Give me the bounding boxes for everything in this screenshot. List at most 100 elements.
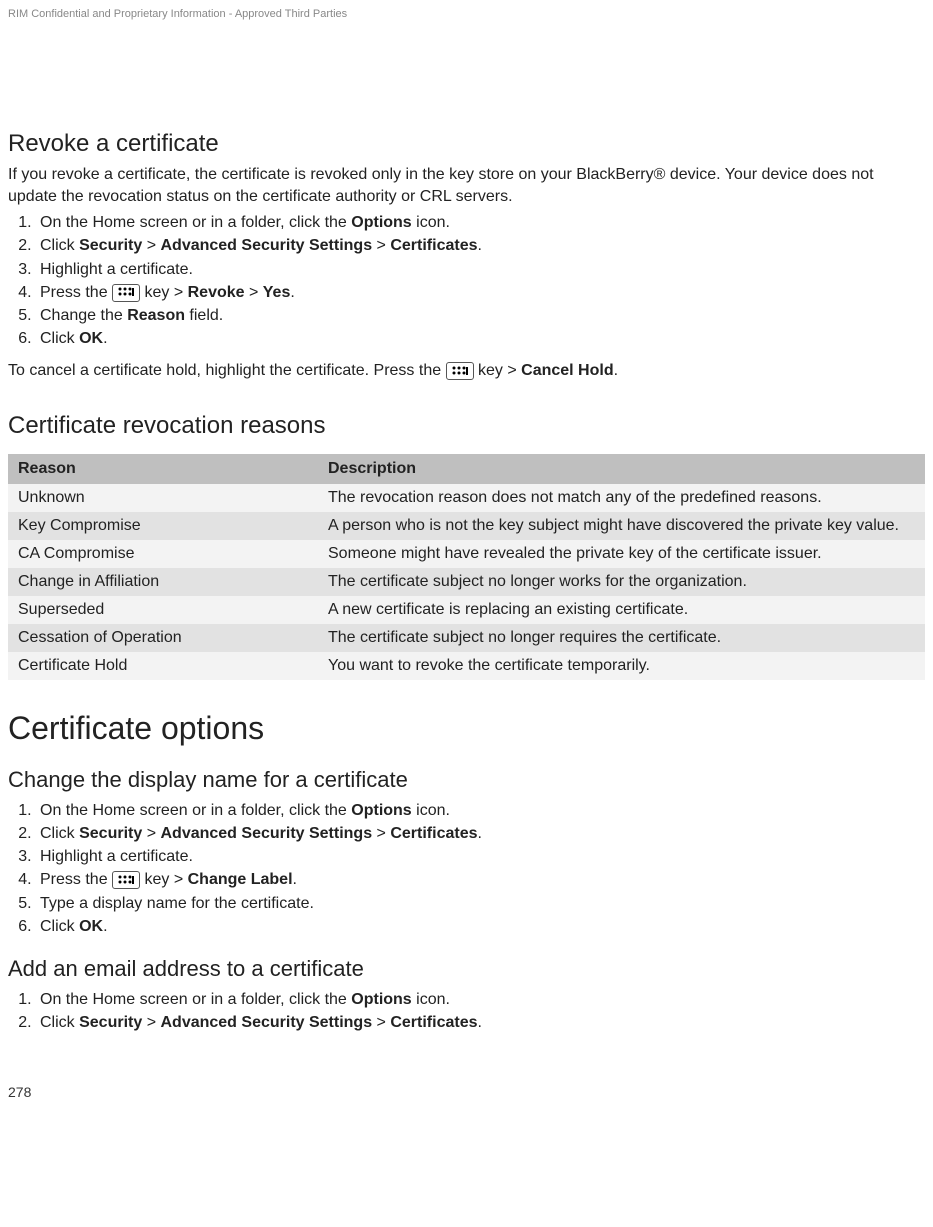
revoke-intro: If you revoke a certificate, the certifi… [8,164,925,207]
table-row: Cessation of Operation The certificate s… [8,624,925,652]
text: > [142,1014,160,1031]
text: > [142,237,160,254]
text: . [478,237,482,254]
cell-description: A new certificate is replacing an existi… [318,596,925,624]
text: Click [40,237,79,254]
table-header-description: Description [318,454,925,484]
text: . [293,871,297,888]
text-bold: Change Label [188,871,293,888]
text: On the Home screen or in a folder, click… [40,214,351,231]
table-row: Superseded A new certificate is replacin… [8,596,925,624]
text: icon. [412,991,450,1008]
list-item: On the Home screen or in a folder, click… [36,799,925,822]
text-bold: Security [79,825,142,842]
text: field. [185,307,223,324]
list-item: Press the key > Change Label. [36,868,925,891]
menu-key-icon [446,362,474,380]
text: . [478,1014,482,1031]
cancel-hold-text: To cancel a certificate hold, highlight … [8,360,925,382]
text-bold: Security [79,1014,142,1031]
cell-description: A person who is not the key subject migh… [318,512,925,540]
text-bold: OK [79,330,103,347]
text: Press the [40,871,112,888]
text-bold: Options [351,991,411,1008]
cell-description: Someone might have revealed the private … [318,540,925,568]
text-bold: OK [79,918,103,935]
table-row: Change in Affiliation The certificate su… [8,568,925,596]
cell-description: The certificate subject no longer works … [318,568,925,596]
options-title: Certificate options [8,710,925,747]
text: icon. [412,802,450,819]
text: On the Home screen or in a folder, click… [40,802,351,819]
text: . [614,362,618,379]
text: icon. [412,214,450,231]
text: > [372,825,390,842]
text: key > [140,284,188,301]
list-item: Highlight a certificate. [36,845,925,868]
list-item: On the Home screen or in a folder, click… [36,988,925,1011]
text: Press the [40,284,112,301]
text-bold: Advanced Security Settings [160,1014,372,1031]
confidential-header: RIM Confidential and Proprietary Informa… [8,8,925,20]
change-name-steps: On the Home screen or in a folder, click… [8,799,925,938]
cell-description: The certificate subject no longer requir… [318,624,925,652]
text: > [372,237,390,254]
text-bold: Options [351,214,411,231]
reasons-title: Certificate revocation reasons [8,412,925,440]
list-item: Highlight a certificate. [36,258,925,281]
revoke-title: Revoke a certificate [8,130,925,158]
list-item: Type a display name for the certificate. [36,892,925,915]
text-bold: Reason [127,307,185,324]
text: Click [40,330,79,347]
list-item: Click Security > Advanced Security Setti… [36,234,925,257]
text: Click [40,825,79,842]
cell-reason: Cessation of Operation [8,624,318,652]
change-name-title: Change the display name for a certificat… [8,767,925,793]
table-row: Unknown The revocation reason does not m… [8,484,925,512]
text: . [103,330,107,347]
text: . [103,918,107,935]
table-row: Key Compromise A person who is not the k… [8,512,925,540]
text: . [478,825,482,842]
list-item: Click OK. [36,915,925,938]
text-bold: Options [351,802,411,819]
text: On the Home screen or in a folder, click… [40,991,351,1008]
cell-reason: Change in Affiliation [8,568,318,596]
cell-reason: Certificate Hold [8,652,318,680]
menu-key-icon [112,871,140,889]
list-item: Click Security > Advanced Security Setti… [36,1011,925,1034]
text-bold: Advanced Security Settings [160,237,372,254]
add-email-steps: On the Home screen or in a folder, click… [8,988,925,1034]
text: Click [40,1014,79,1031]
list-item: Press the key > Revoke > Yes. [36,281,925,304]
list-item: Click Security > Advanced Security Setti… [36,822,925,845]
page-number: 278 [8,1084,925,1100]
text: key > [140,871,188,888]
list-item: On the Home screen or in a folder, click… [36,211,925,234]
revoke-steps: On the Home screen or in a folder, click… [8,211,925,350]
text: > [245,284,263,301]
text: key > [474,362,522,379]
add-email-title: Add an email address to a certificate [8,956,925,982]
text: . [290,284,294,301]
text: Change the [40,307,127,324]
list-item: Change the Reason field. [36,304,925,327]
cell-description: You want to revoke the certificate tempo… [318,652,925,680]
text-bold: Security [79,237,142,254]
text: > [372,1014,390,1031]
text-bold: Certificates [390,825,477,842]
cell-reason: Key Compromise [8,512,318,540]
text: Click [40,918,79,935]
text: To cancel a certificate hold, highlight … [8,362,446,379]
list-item: Click OK. [36,327,925,350]
cell-reason: Superseded [8,596,318,624]
menu-key-icon [112,284,140,302]
text-bold: Cancel Hold [521,362,613,379]
table-row: Certificate Hold You want to revoke the … [8,652,925,680]
cell-reason: Unknown [8,484,318,512]
text-bold: Yes [263,284,291,301]
text-bold: Certificates [390,1014,477,1031]
reasons-table: Reason Description Unknown The revocatio… [8,454,925,680]
table-header-reason: Reason [8,454,318,484]
text-bold: Certificates [390,237,477,254]
